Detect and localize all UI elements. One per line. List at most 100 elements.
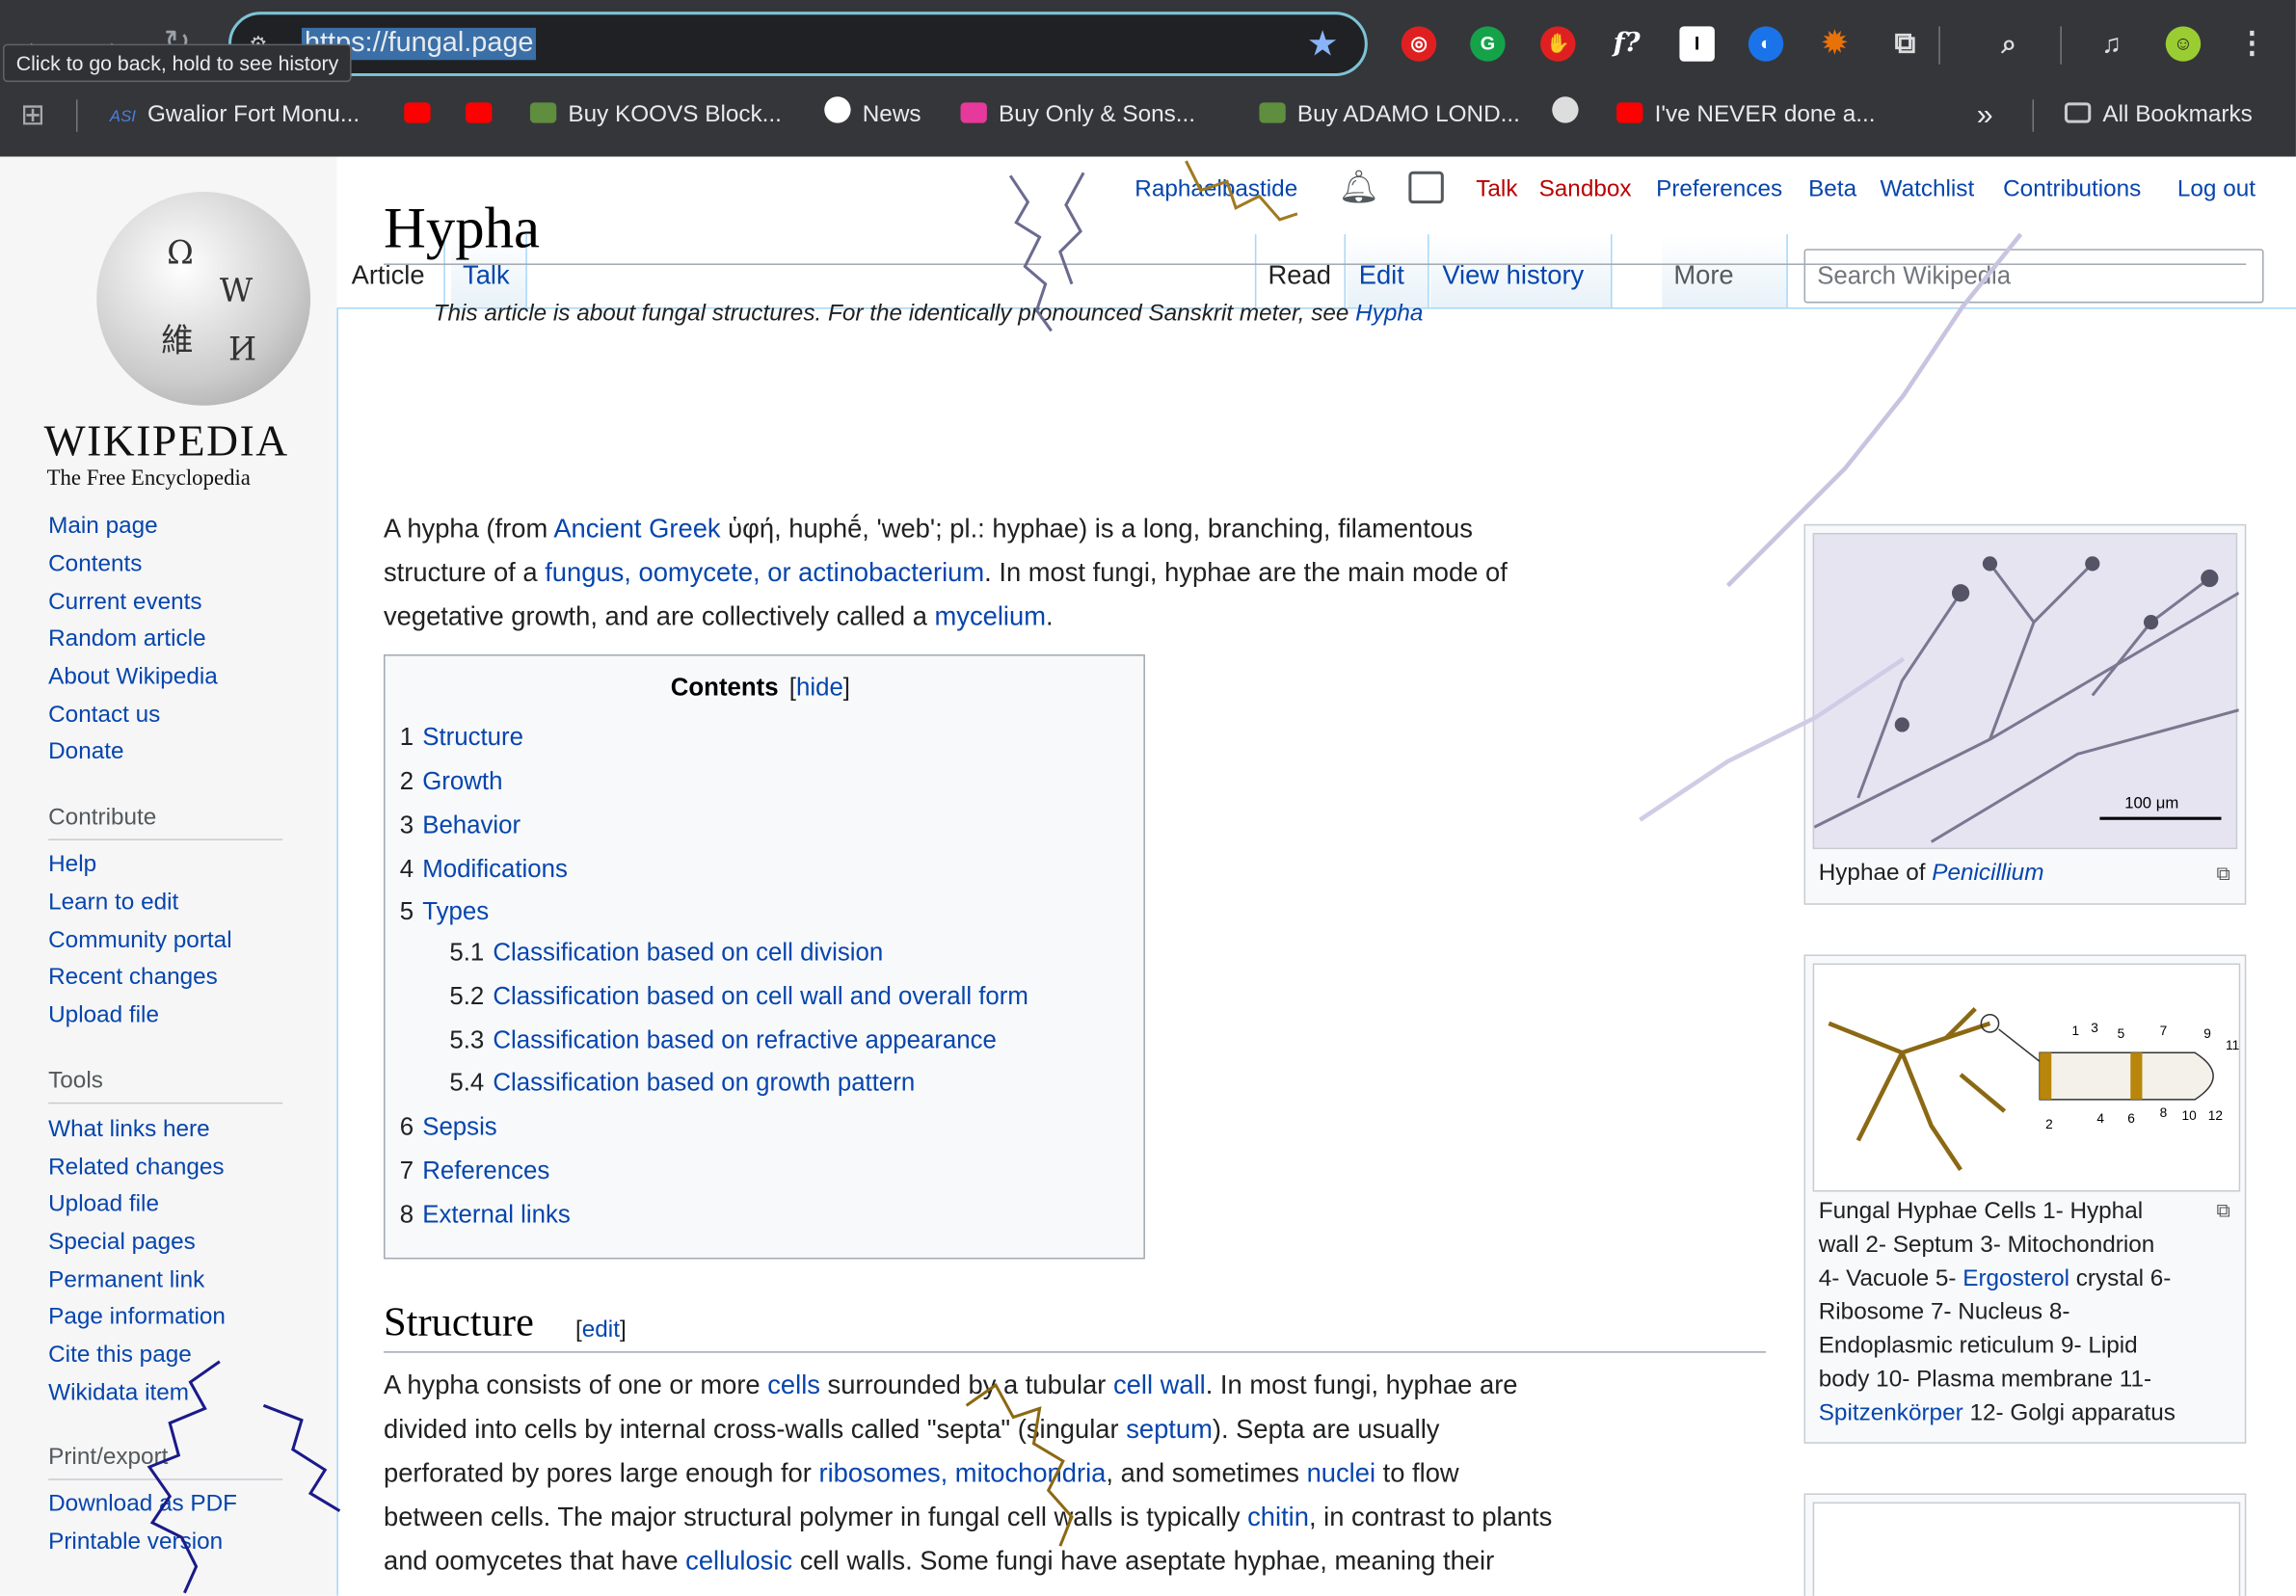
sidebar-item-what-links-here[interactable]: What links here: [48, 1117, 210, 1143]
hatnote-link[interactable]: Hypha: [1355, 302, 1423, 327]
penicillium-image[interactable]: 100 μm: [1812, 532, 2240, 850]
watchlist-link[interactable]: Watchlist: [1881, 177, 1975, 203]
sidebar-item-wikidata-item[interactable]: Wikidata item: [48, 1381, 189, 1407]
cellulosic-link[interactable]: cellulosic: [685, 1546, 792, 1575]
sun-icon[interactable]: ✹: [1817, 26, 1852, 61]
talk-link[interactable]: Talk: [1476, 177, 1517, 203]
extension-red-icon[interactable]: ◎: [1401, 26, 1437, 62]
section-heading-structure: Structure: [384, 1299, 534, 1346]
bookmark-koovs[interactable]: Buy KOOVS Block...: [529, 96, 782, 134]
extensions-puzzle-icon[interactable]: ⧉: [1887, 26, 1922, 61]
toc-item[interactable]: 5.3 Classification based on refractive ap…: [449, 1026, 997, 1055]
bookmark-globe[interactable]: [1552, 96, 1589, 134]
logout-link[interactable]: Log out: [2177, 177, 2256, 203]
bookmark-youtube-1[interactable]: [404, 96, 441, 134]
tab-edit[interactable]: Edit: [1347, 234, 1429, 308]
sidebar-item-current-events[interactable]: Current events: [48, 590, 201, 616]
sidebar-item-related-changes[interactable]: Related changes: [48, 1156, 224, 1182]
sidebar-item-random-article[interactable]: Random article: [48, 626, 205, 652]
globe-extension-icon[interactable]: ◐: [1748, 26, 1784, 62]
bookmark-never-done[interactable]: I've NEVER done a...: [1616, 96, 1875, 134]
mycelium-link[interactable]: mycelium: [935, 601, 1046, 630]
toc-item[interactable]: 7 References: [400, 1157, 550, 1185]
inbox-icon[interactable]: [1408, 171, 1444, 204]
menu-dots-icon[interactable]: ⋮: [2234, 26, 2269, 61]
sidebar-item-about[interactable]: About Wikipedia: [48, 665, 218, 691]
tab-read[interactable]: Read: [1254, 234, 1347, 308]
formula-icon[interactable]: f?: [1609, 26, 1643, 61]
instapaper-icon[interactable]: I: [1679, 26, 1715, 62]
toc-item[interactable]: 1 Structure: [400, 723, 523, 752]
ribosomes-link[interactable]: ribosomes, mitochondria: [818, 1458, 1106, 1487]
hatnote: This article is about fungal structures.…: [433, 301, 1424, 327]
bookmark-news[interactable]: News: [824, 96, 921, 134]
beta-link[interactable]: Beta: [1808, 177, 1856, 203]
nuclei-link[interactable]: nuclei: [1307, 1458, 1375, 1487]
toc-item[interactable]: 5 Types: [400, 897, 489, 926]
bookmark-adamo[interactable]: Buy ADAMO LOND...: [1259, 96, 1520, 134]
sidebar-item-community-portal[interactable]: Community portal: [48, 928, 231, 954]
sidebar-item-donate[interactable]: Donate: [48, 739, 123, 765]
apps-grid-icon[interactable]: ⊞: [20, 96, 44, 134]
figure-penicillium: 100 μm Hyphae of Penicillium ⧉: [1803, 523, 2247, 905]
bookmark-star-icon[interactable]: ★: [1307, 23, 1339, 66]
enlarge-icon[interactable]: ⧉: [2216, 863, 2229, 886]
media-icon[interactable]: ♫: [2094, 26, 2128, 61]
bookmark-gwalior[interactable]: ASI Gwalior Fort Monu...: [110, 96, 360, 134]
ancient-greek-link[interactable]: Ancient Greek: [553, 514, 720, 543]
all-bookmarks[interactable]: All Bookmarks: [2064, 96, 2253, 134]
toc-item[interactable]: 5.1 Classification based on cell division: [449, 939, 883, 968]
user-link[interactable]: Raphaelbastide: [1135, 177, 1297, 203]
bookmark-only-sons[interactable]: Buy Only & Sons...: [960, 96, 1195, 134]
stop-hand-icon[interactable]: ✋: [1540, 26, 1576, 62]
toc-item[interactable]: 8 External links: [400, 1201, 571, 1230]
fungus-link[interactable]: fungus, oomycete, or actinobacterium: [545, 558, 984, 587]
toc-item[interactable]: 5.4 Classification based on growth patter…: [449, 1069, 915, 1098]
wikipedia-logo[interactable]: Ω W И 維 WIKIPEDIA The Free Encyclopedia: [38, 183, 311, 505]
sidebar-item-learn-to-edit[interactable]: Learn to edit: [48, 891, 178, 917]
toc-item[interactable]: 5.2 Classification based on cell wall and…: [449, 982, 1028, 1011]
sidebar-item-help[interactable]: Help: [48, 852, 96, 878]
tab-more[interactable]: More: [1662, 234, 1788, 308]
sidebar-item-permanent-link[interactable]: Permanent link: [48, 1268, 204, 1294]
sidebar-item-download-pdf[interactable]: Download as PDF: [48, 1492, 237, 1518]
sidebar-item-recent-changes[interactable]: Recent changes: [48, 965, 218, 991]
sandbox-link[interactable]: Sandbox: [1539, 177, 1632, 203]
search-input[interactable]: Search Wikipedia: [1803, 249, 2264, 304]
enlarge-icon[interactable]: ⧉: [2216, 1199, 2229, 1222]
spitzenkorper-link[interactable]: Spitzenkörper: [1819, 1401, 1963, 1426]
hyphae-diagram-image[interactable]: 1 3 5 7 9 11 2 4 6 8 10 12: [1812, 963, 2241, 1192]
sidebar-item-upload-file-tools[interactable]: Upload file: [48, 1192, 159, 1218]
sidebar-item-main-page[interactable]: Main page: [48, 514, 158, 540]
cell-wall-link[interactable]: cell wall: [1113, 1370, 1206, 1399]
toc-item[interactable]: 6 Sepsis: [400, 1113, 497, 1142]
lens-icon[interactable]: ⌕: [1991, 26, 2026, 61]
section-edit-link[interactable]: [edit]: [575, 1317, 627, 1343]
sidebar-item-special-pages[interactable]: Special pages: [48, 1230, 196, 1256]
septum-link[interactable]: septum: [1126, 1414, 1213, 1443]
ergosterol-link[interactable]: Ergosterol: [1962, 1266, 2069, 1291]
figure-3-image[interactable]: [1812, 1502, 2241, 1596]
more-bookmarks-icon[interactable]: »: [1977, 96, 1993, 134]
sidebar-item-cite-this-page[interactable]: Cite this page: [48, 1343, 192, 1369]
sidebar-item-printable-version[interactable]: Printable version: [48, 1530, 223, 1556]
sidebar-item-contact[interactable]: Contact us: [48, 703, 160, 729]
chitin-link[interactable]: chitin: [1247, 1503, 1309, 1531]
profile-avatar-icon[interactable]: ☺: [2165, 26, 2202, 62]
address-bar[interactable]: ⚙ https://fungal.page ★: [227, 12, 1368, 76]
sidebar-item-page-information[interactable]: Page information: [48, 1305, 226, 1331]
toc-hide-toggle[interactable]: [hide]: [789, 674, 850, 703]
toc-item[interactable]: 3 Behavior: [400, 811, 521, 840]
toc-item[interactable]: 2 Growth: [400, 767, 503, 796]
contributions-link[interactable]: Contributions: [2003, 177, 2141, 203]
tab-view-history[interactable]: View history: [1430, 234, 1613, 308]
bookmark-youtube-2[interactable]: [466, 96, 503, 134]
penicillium-link[interactable]: Penicillium: [1932, 861, 2043, 886]
grammarly-icon[interactable]: G: [1470, 26, 1506, 62]
preferences-link[interactable]: Preferences: [1656, 177, 1782, 203]
sidebar-item-upload-file[interactable]: Upload file: [48, 1003, 159, 1029]
toc-item[interactable]: 4 Modifications: [400, 855, 568, 884]
notifications-bell-icon[interactable]: 🔔︎: [1338, 169, 1378, 206]
sidebar-item-contents[interactable]: Contents: [48, 552, 142, 578]
cells-link[interactable]: cells: [767, 1370, 820, 1399]
